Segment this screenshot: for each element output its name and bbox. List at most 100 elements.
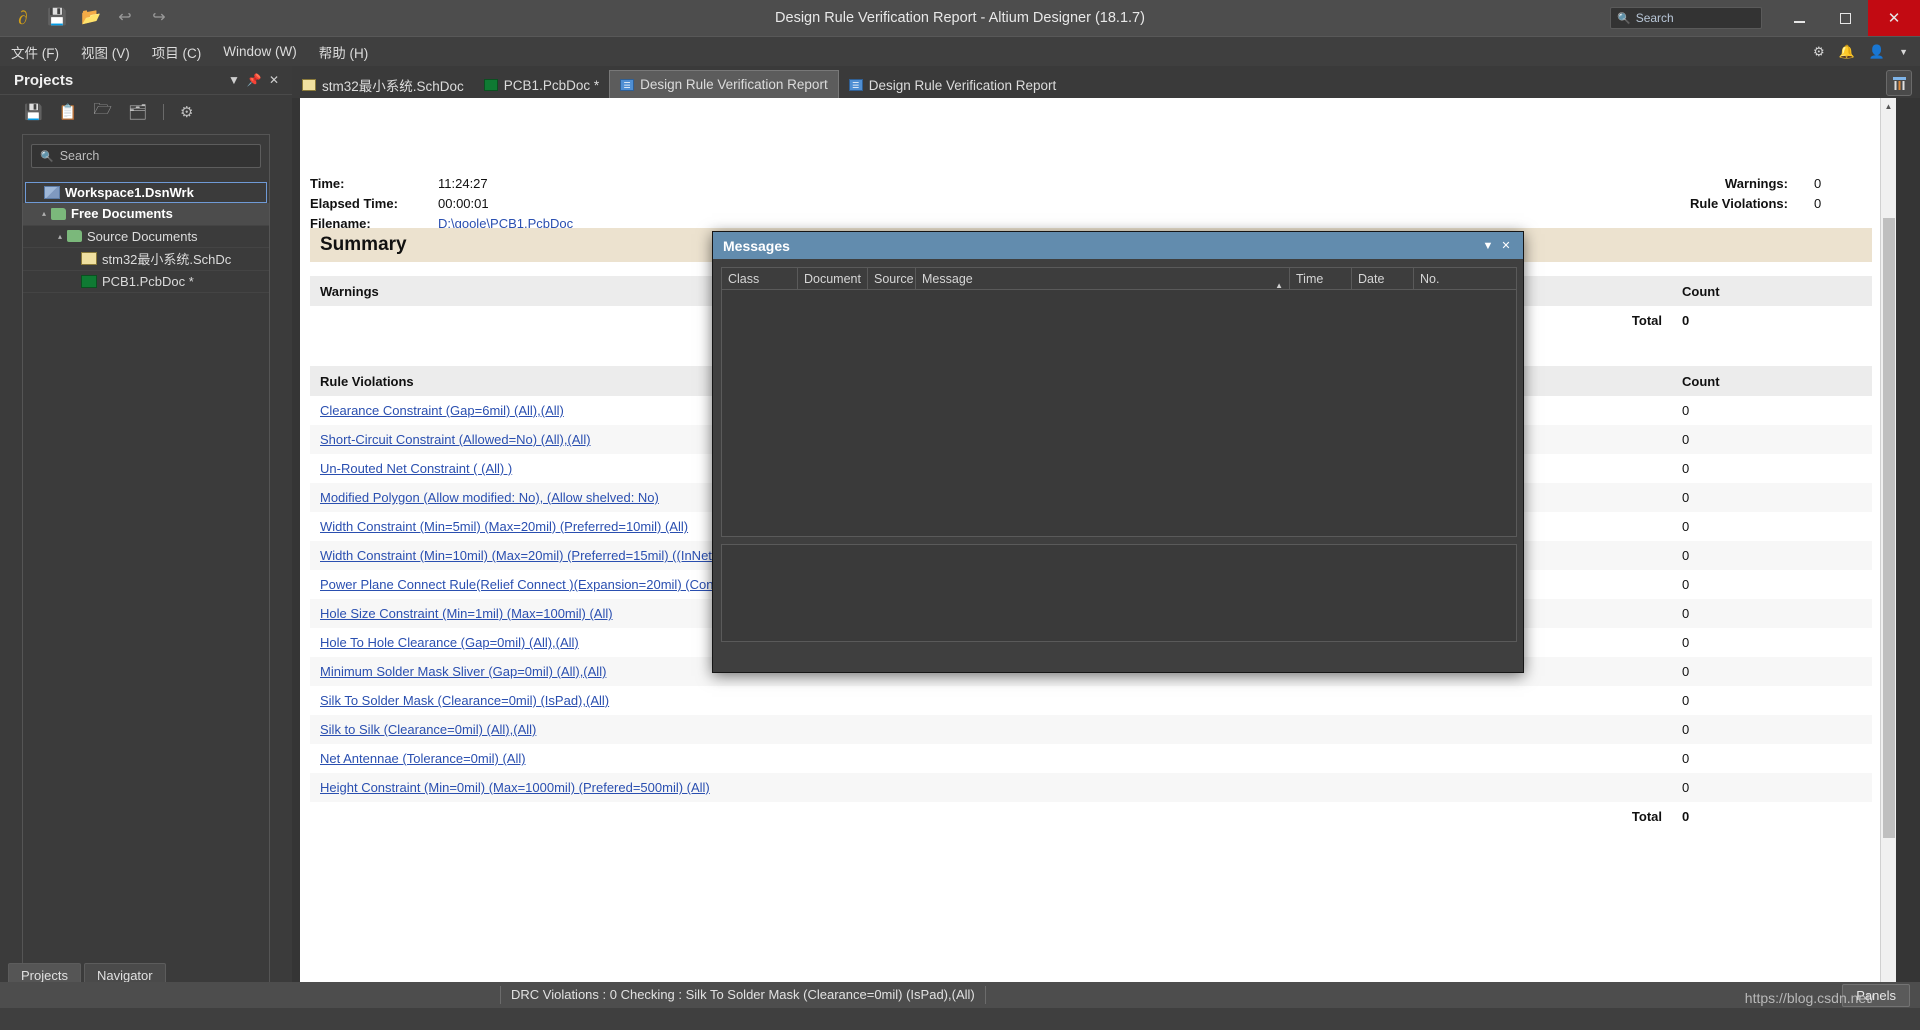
- minimize-button[interactable]: [1776, 0, 1822, 36]
- document-tab-report-active[interactable]: ☰ Design Rule Verification Report: [609, 70, 839, 98]
- messages-dialog: Messages ▼ ✕ Class Document Source Messa…: [712, 231, 1524, 673]
- meta-label: Elapsed Time:: [310, 195, 398, 211]
- gear-icon[interactable]: ⚙: [180, 103, 193, 121]
- document-tab-schematic[interactable]: stm32最小系统.SchDoc: [292, 72, 474, 98]
- save-icon[interactable]: 💾: [24, 103, 43, 121]
- tree-item-free-documents[interactable]: ▴ Free Documents: [23, 203, 269, 226]
- violation-count: 0: [1672, 657, 1872, 686]
- violation-link[interactable]: Un-Routed Net Constraint ( (All) ): [320, 461, 512, 476]
- column-header-time[interactable]: Time: [1290, 267, 1352, 290]
- violation-link[interactable]: Silk to Silk (Clearance=0mil) (All),(All…: [320, 722, 536, 737]
- folder-icon: [51, 207, 66, 220]
- tree-toggle[interactable]: ▴: [37, 209, 51, 218]
- table-row[interactable]: Silk to Silk (Clearance=0mil) (All),(All…: [310, 715, 1872, 744]
- watermark: https://blog.csdn.net/: [1744, 990, 1874, 1006]
- violations-count-header: Count: [1672, 366, 1872, 396]
- document-tab-report-2[interactable]: ☰ Design Rule Verification Report: [839, 72, 1067, 98]
- messages-title-bar[interactable]: Messages ▼ ✕: [713, 232, 1523, 259]
- tree-toggle[interactable]: ▴: [53, 232, 67, 241]
- row-spacer: [1420, 686, 1672, 715]
- row-spacer: [1420, 715, 1672, 744]
- meta-label: Warnings:: [1724, 175, 1788, 191]
- undo-icon[interactable]: ↩: [110, 4, 140, 32]
- bell-icon[interactable]: 🔔: [1839, 44, 1855, 60]
- violation-link[interactable]: Short-Circuit Constraint (Allowed=No) (A…: [320, 432, 591, 447]
- projects-search-placeholder: Search: [59, 149, 100, 163]
- scrollbar-thumb[interactable]: [1883, 218, 1895, 838]
- projects-search-input[interactable]: 🔍 Search: [31, 144, 261, 168]
- menu-item-file[interactable]: 文件 (F): [0, 38, 70, 66]
- open-folder-icon[interactable]: 📂: [76, 4, 106, 32]
- menu-item-help[interactable]: 帮助 (H): [308, 38, 380, 66]
- close-button[interactable]: ✕: [1868, 0, 1920, 36]
- pin-icon[interactable]: 📌: [244, 73, 264, 87]
- violation-link[interactable]: Hole To Hole Clearance (Gap=0mil) (All),…: [320, 635, 579, 650]
- status-text: DRC Violations : 0 Checking : Silk To So…: [500, 986, 986, 1004]
- violation-link[interactable]: Hole Size Constraint (Min=1mil) (Max=100…: [320, 606, 613, 621]
- menu-item-window[interactable]: Window (W): [212, 40, 308, 63]
- messages-title: Messages: [723, 237, 790, 254]
- chevron-down-icon[interactable]: ▼: [1479, 240, 1497, 252]
- tree-item-workspace[interactable]: Workspace1.DsnWrk: [25, 182, 267, 203]
- violations-total-spacer: [310, 802, 1420, 831]
- violation-count: 0: [1682, 751, 1690, 766]
- violation-count: 0: [1672, 715, 1872, 744]
- save-icon[interactable]: 💾: [42, 4, 72, 32]
- messages-list-body[interactable]: [722, 290, 1516, 536]
- column-header-date[interactable]: Date: [1352, 267, 1414, 290]
- document-tab-label: stm32最小系统.SchDoc: [322, 79, 464, 94]
- document-tab-label: Design Rule Verification Report: [868, 77, 1057, 93]
- layout-panels-icon[interactable]: [1886, 70, 1912, 96]
- close-icon[interactable]: ✕: [1497, 239, 1515, 252]
- user-avatar-icon[interactable]: 👤: [1869, 44, 1885, 60]
- menu-item-project[interactable]: 项目 (C): [141, 38, 213, 66]
- violation-link[interactable]: Minimum Solder Mask Sliver (Gap=0mil) (A…: [320, 664, 606, 679]
- violation-link[interactable]: Silk To Solder Mask (Clearance=0mil) (Is…: [320, 693, 609, 708]
- violation-count: 0: [1682, 577, 1690, 592]
- tree-item-label: PCB1.PcbDoc *: [102, 273, 194, 289]
- document-tab-bar: stm32最小系统.SchDoc PCB1.PcbDoc * ☰ Design …: [292, 66, 1920, 98]
- violation-link[interactable]: Modified Polygon (Allow modified: No), (…: [320, 490, 659, 505]
- column-header-class[interactable]: Class: [722, 267, 798, 290]
- column-header-message[interactable]: Message ▲: [916, 267, 1290, 290]
- document-tab-pcb[interactable]: PCB1.PcbDoc *: [474, 72, 609, 98]
- maximize-button[interactable]: [1822, 0, 1868, 36]
- violation-link[interactable]: Height Constraint (Min=0mil) (Max=1000mi…: [320, 780, 710, 795]
- global-search-input[interactable]: 🔍 Search: [1610, 7, 1762, 29]
- chevron-down-icon[interactable]: ▼: [1899, 47, 1908, 57]
- menu-item-view[interactable]: 视图 (V): [70, 38, 141, 66]
- add-to-project-icon[interactable]: 🗁: [93, 99, 112, 124]
- tree-item-schematic[interactable]: stm32最小系统.SchDc: [23, 248, 269, 271]
- sort-ascending-icon: ▲: [1275, 280, 1283, 290]
- violation-link[interactable]: Width Constraint (Min=10mil) (Max=20mil)…: [320, 548, 763, 563]
- table-row[interactable]: Silk To Solder Mask (Clearance=0mil) (Is…: [310, 686, 1872, 715]
- folder-icon: [67, 230, 82, 243]
- column-header-source[interactable]: Source: [868, 267, 916, 290]
- violation-count: 0: [1682, 635, 1690, 650]
- remove-from-project-icon[interactable]: 🗂: [128, 103, 147, 121]
- report-icon: ☰: [620, 78, 635, 91]
- table-row[interactable]: Height Constraint (Min=0mil) (Max=1000mi…: [310, 773, 1872, 802]
- column-header-document[interactable]: Document: [798, 267, 868, 290]
- report-vertical-scrollbar[interactable]: ▲: [1880, 98, 1896, 996]
- altium-logo-icon[interactable]: ∂: [8, 4, 38, 32]
- pcb-icon: [483, 79, 498, 91]
- close-icon[interactable]: ✕: [264, 73, 284, 87]
- violations-total-label: Total: [1631, 809, 1662, 824]
- violation-link[interactable]: Net Antennae (Tolerance=0mil) (All): [320, 751, 526, 766]
- table-row[interactable]: Net Antennae (Tolerance=0mil) (All) 0: [310, 744, 1872, 773]
- violation-link[interactable]: Clearance Constraint (Gap=6mil) (All),(A…: [320, 403, 564, 418]
- compile-icon[interactable]: 📋: [59, 103, 78, 121]
- violations-total-value: 0: [1682, 809, 1690, 824]
- redo-icon[interactable]: ↪: [144, 4, 174, 32]
- chevron-down-icon[interactable]: ▼: [224, 73, 244, 87]
- projects-panel-toolbar: 💾 📋 🗁 🗂 ⚙: [0, 94, 292, 128]
- meta-value: 0: [1814, 195, 1822, 211]
- messages-detail-pane[interactable]: [721, 544, 1517, 642]
- column-header-no[interactable]: No.: [1414, 268, 1454, 290]
- gear-icon[interactable]: ⚙: [1813, 44, 1825, 60]
- violation-link[interactable]: Width Constraint (Min=5mil) (Max=20mil) …: [320, 519, 688, 534]
- tree-item-source-documents[interactable]: ▴ Source Documents: [23, 226, 269, 248]
- tree-item-pcb[interactable]: PCB1.PcbDoc *: [23, 271, 269, 293]
- scroll-up-icon[interactable]: ▲: [1881, 98, 1896, 114]
